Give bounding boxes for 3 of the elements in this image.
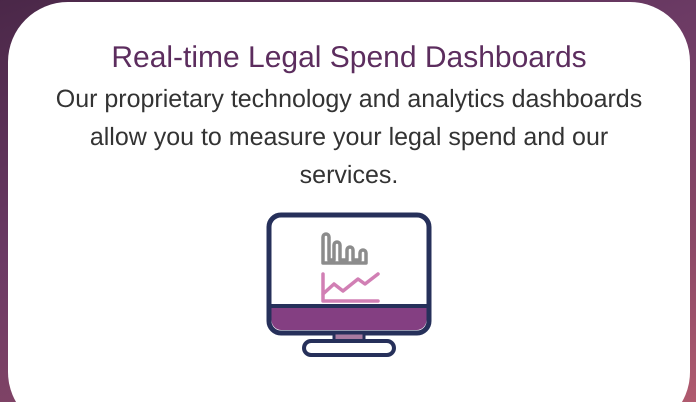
- card-title: Real-time Legal Spend Dashboards: [111, 40, 587, 76]
- monitor-chart-icon: [266, 212, 432, 360]
- card-description: Our proprietary technology and analytics dashboards allow you to measure your legal spend and our services.: [54, 84, 644, 191]
